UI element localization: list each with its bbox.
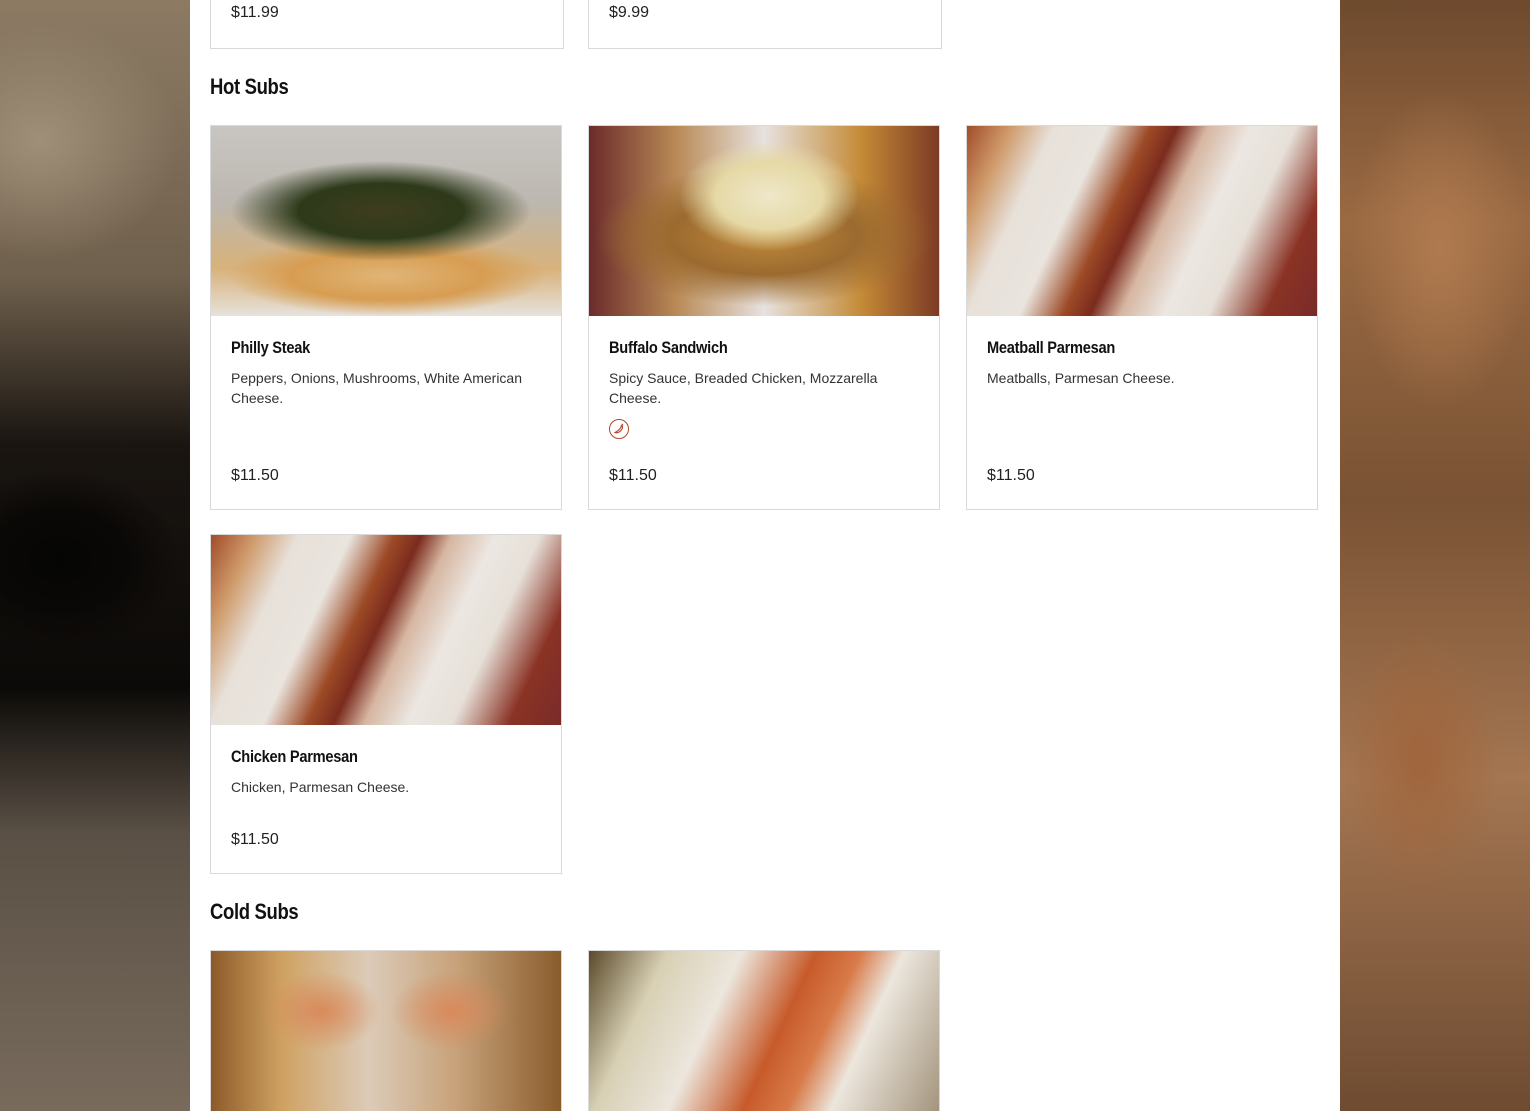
menu-item-card[interactable] xyxy=(588,950,940,1111)
item-name: Buffalo Sandwich xyxy=(609,338,728,357)
item-name: Philly Steak xyxy=(231,338,310,357)
item-photo xyxy=(589,126,939,316)
menu-item-card[interactable]: $9.99 xyxy=(588,0,942,49)
menu-panel: $11.99 $9.99 Hot Subs Philly Steak Peppe… xyxy=(190,0,1340,1111)
item-photo xyxy=(211,951,561,1111)
item-photo xyxy=(589,951,939,1111)
item-description: Peppers, Onions, Mushrooms, White Americ… xyxy=(231,370,523,406)
menu-item-card[interactable]: Buffalo Sandwich Spicy Sauce, Breaded Ch… xyxy=(588,125,940,510)
menu-item-card[interactable]: Philly Steak Peppers, Onions, Mushrooms,… xyxy=(210,125,562,510)
item-description: Chicken, Parmesan Cheese. xyxy=(231,779,410,795)
menu-item-card[interactable]: Meatball Parmesan Meatballs, Parmesan Ch… xyxy=(966,125,1318,510)
section-title-cold-subs: Cold Subs xyxy=(210,899,299,924)
chili-pepper-icon xyxy=(609,419,629,439)
item-description: Meatballs, Parmesan Cheese. xyxy=(987,370,1175,386)
item-price: $11.50 xyxy=(231,831,279,848)
item-price: $11.99 xyxy=(231,4,279,21)
item-photo xyxy=(967,126,1317,316)
item-price: $11.50 xyxy=(609,467,657,484)
menu-item-card[interactable]: Chicken Parmesan Chicken, Parmesan Chees… xyxy=(210,534,562,874)
item-name: Meatball Parmesan xyxy=(987,338,1116,357)
item-description: Spicy Sauce, Breaded Chicken, Mozzarella… xyxy=(609,370,878,406)
background-photo-left xyxy=(0,0,190,1111)
item-photo xyxy=(211,535,561,725)
menu-item-card[interactable] xyxy=(210,950,562,1111)
background-photo-right xyxy=(1340,0,1530,1111)
item-name: Chicken Parmesan xyxy=(231,747,358,766)
item-price: $9.99 xyxy=(609,4,650,21)
item-price: $11.50 xyxy=(231,467,279,484)
item-price: $11.50 xyxy=(987,467,1035,484)
item-photo xyxy=(211,126,561,316)
section-title-hot-subs: Hot Subs xyxy=(210,74,289,99)
menu-item-card[interactable]: $11.99 xyxy=(210,0,564,49)
